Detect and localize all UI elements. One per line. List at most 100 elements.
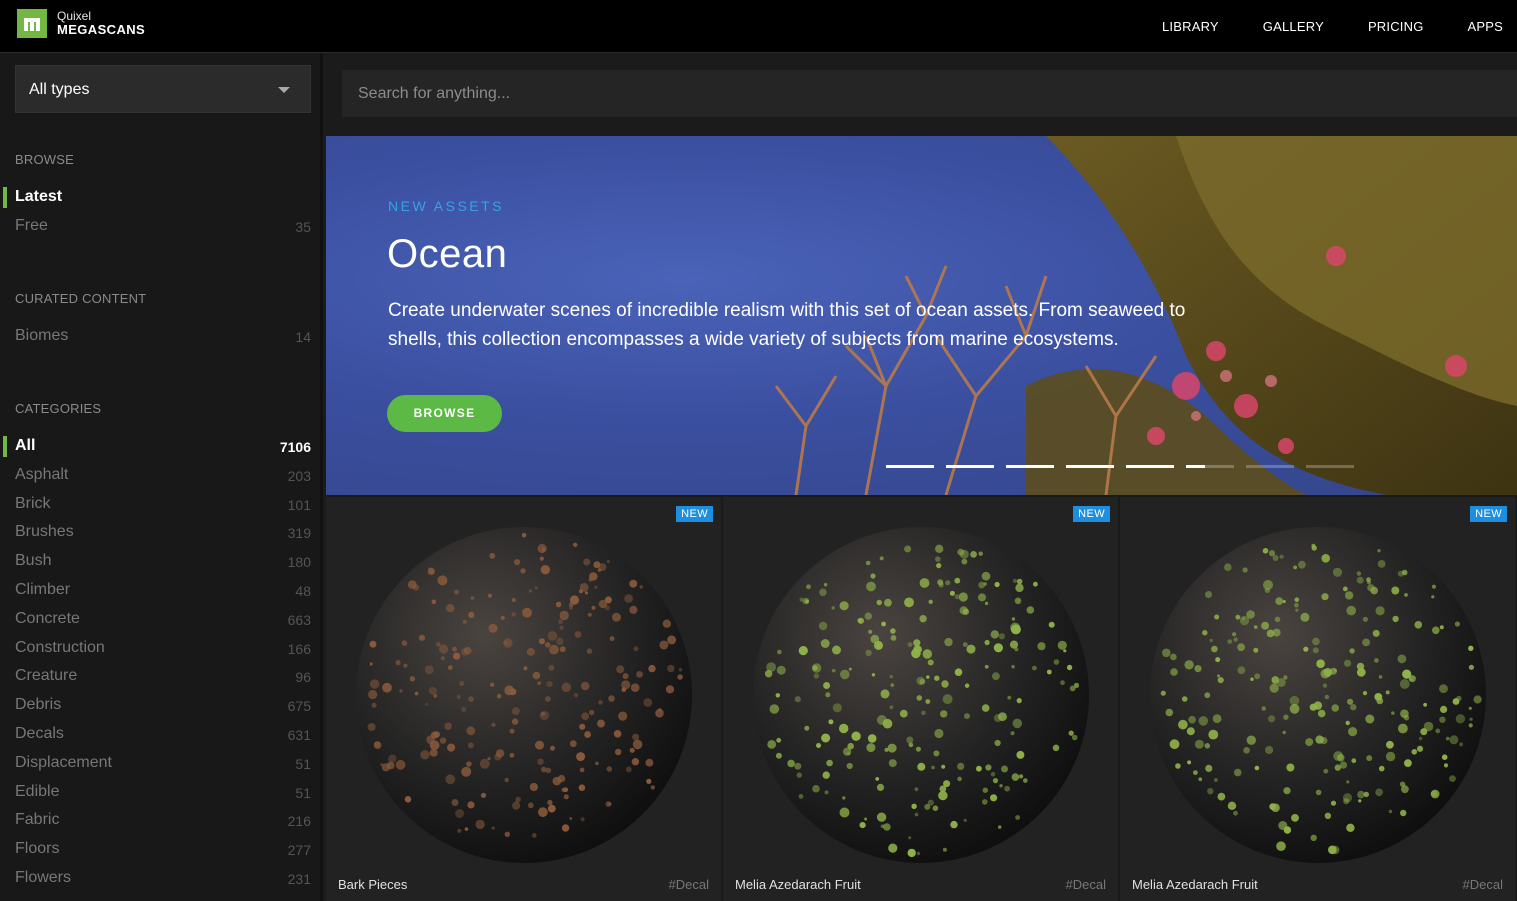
nav-pricing[interactable]: PRICING xyxy=(1368,19,1424,34)
sidebar-item-label: Floors xyxy=(15,840,60,858)
sidebar-item-label: Flowers xyxy=(15,869,72,886)
browse-button[interactable]: BROWSE xyxy=(387,395,502,432)
chevron-down-icon xyxy=(278,87,290,93)
type-select-value: All types xyxy=(29,81,90,98)
sidebar-item-debris[interactable]: Debris 675 xyxy=(0,692,311,720)
hero-eyebrow: NEW ASSETS xyxy=(388,198,505,214)
sidebar-item-label: Displacement xyxy=(15,753,112,771)
sidebar-item-count: 7106 xyxy=(279,439,311,455)
carousel-dot[interactable] xyxy=(1006,465,1054,468)
sidebar-item-bush[interactable]: Bush 180 xyxy=(0,548,311,576)
carousel-dot[interactable] xyxy=(1066,465,1114,468)
type-select[interactable]: All types xyxy=(15,65,311,113)
asset-tag[interactable]: #Decal xyxy=(1463,877,1503,892)
sidebar-item-count: 96 xyxy=(295,669,311,686)
brand-bottom: MEGASCANS xyxy=(57,22,146,37)
sidebar-item-flowers[interactable]: Flowers 231 xyxy=(0,865,311,893)
sidebar-item-label: Concrete xyxy=(15,609,80,627)
sidebar-item-latest[interactable]: Latest xyxy=(0,184,311,212)
sidebar-item-count: 51 xyxy=(295,755,311,772)
sidebar-item-label: Decals xyxy=(15,725,64,742)
sidebar-item-brushes[interactable]: Brushes 319 xyxy=(0,519,311,547)
sidebar-item-label: Bush xyxy=(15,552,52,570)
sidebar-item-free[interactable]: Free 35 xyxy=(0,213,311,241)
sidebar-item-label: Fabric xyxy=(15,811,60,829)
asset-name: Melia Azedarach Fruit xyxy=(1132,877,1258,892)
search-bar xyxy=(326,54,1517,136)
sidebar-item-floors[interactable]: Floors 277 xyxy=(0,836,311,864)
nav-apps[interactable]: APPS xyxy=(1468,19,1503,34)
nav-library[interactable]: LIBRARY xyxy=(1162,19,1219,34)
carousel-dot[interactable] xyxy=(1126,465,1174,468)
asset-tag[interactable]: #Decal xyxy=(669,877,709,892)
new-badge: NEW xyxy=(1073,506,1110,522)
sidebar-item-count: 277 xyxy=(287,842,311,859)
sidebar-item-climber[interactable]: Climber 48 xyxy=(0,577,311,605)
curated-heading: CURATED CONTENT xyxy=(15,291,147,306)
sidebar-item-count: 14 xyxy=(295,329,311,345)
sidebar-item-label: Edible xyxy=(15,782,60,800)
sidebar-item-label: Brick xyxy=(15,494,51,512)
sidebar-item-label: Debris xyxy=(15,696,62,714)
sidebar-item-count: 319 xyxy=(287,525,311,542)
sidebar-item-count: 180 xyxy=(287,554,311,571)
carousel-dot[interactable] xyxy=(946,465,994,468)
sidebar-item-biomes[interactable]: Biomes 14 xyxy=(0,323,311,351)
hero-title: Ocean xyxy=(387,232,508,276)
sidebar-item-label: All xyxy=(15,437,36,454)
sidebar-item-fabric[interactable]: Fabric 216 xyxy=(0,807,311,835)
carousel-dot[interactable] xyxy=(886,465,934,468)
asset-card[interactable]: NEW Bark Pieces #Decal xyxy=(326,495,723,901)
sidebar-item-count: 675 xyxy=(287,698,311,715)
carousel-dot[interactable] xyxy=(1186,465,1234,468)
hero-description: Create underwater scenes of incredible r… xyxy=(388,300,1186,350)
sidebar-item-count: 166 xyxy=(287,640,311,657)
sidebar-item-label: Asphalt xyxy=(15,465,69,483)
sidebar-item-label: Brushes xyxy=(15,523,74,541)
top-bar: Quixel MEGASCANS LIBRARY GALLERY PRICING… xyxy=(0,0,1517,53)
sidebar-item-count: 631 xyxy=(287,727,311,743)
sidebar-item-count: 101 xyxy=(287,496,311,513)
sidebar-item-label: Creature xyxy=(15,667,78,685)
sidebar-item-creature[interactable]: Creature 96 xyxy=(0,663,311,691)
sidebar: All types BROWSE Latest Free 35 CURATED … xyxy=(0,54,323,901)
categories-heading: CATEGORIES xyxy=(15,401,102,416)
asset-tag[interactable]: #Decal xyxy=(1066,877,1106,892)
sidebar-item-concrete[interactable]: Concrete 663 xyxy=(0,606,311,634)
material-sphere-preview xyxy=(356,527,692,863)
sidebar-item-all[interactable]: All 7106 xyxy=(0,433,311,461)
hero-banner: NEW ASSETS Ocean Create underwater scene… xyxy=(326,136,1517,495)
megascans-logo-icon[interactable] xyxy=(17,9,47,38)
sidebar-item-label: Latest xyxy=(15,188,63,205)
new-badge: NEW xyxy=(676,506,713,522)
carousel-indicators xyxy=(886,465,1366,468)
sidebar-item-label: Biomes xyxy=(15,327,69,344)
sidebar-item-decals[interactable]: Decals 631 xyxy=(0,721,311,749)
asset-card[interactable]: NEW Melia Azedarach Fruit #Decal xyxy=(1120,495,1517,901)
brand-wordmark[interactable]: Quixel MEGASCANS xyxy=(57,10,146,37)
sidebar-item-count: 216 xyxy=(287,813,311,830)
carousel-dot[interactable] xyxy=(1306,465,1354,468)
sidebar-item-label: Construction xyxy=(15,638,105,656)
sidebar-item-count: 51 xyxy=(295,784,311,801)
sidebar-item-brick[interactable]: Brick 101 xyxy=(0,491,311,519)
sidebar-item-asphalt[interactable]: Asphalt 203 xyxy=(0,462,311,490)
sidebar-item-count: 35 xyxy=(295,219,311,235)
asset-card[interactable]: NEW Melia Azedarach Fruit #Decal xyxy=(723,495,1120,901)
asset-grid: NEW Bark Pieces #Decal NEW Melia Azedarach F… xyxy=(326,495,1517,901)
asset-name: Melia Azedarach Fruit xyxy=(735,877,861,892)
search-input[interactable] xyxy=(342,70,1517,117)
new-badge: NEW xyxy=(1470,506,1507,522)
sidebar-item-label: Free xyxy=(15,217,48,234)
material-sphere-preview xyxy=(1150,527,1486,863)
sidebar-item-count: 663 xyxy=(287,611,311,628)
sidebar-item-construction[interactable]: Construction 166 xyxy=(0,635,311,663)
top-nav: LIBRARY GALLERY PRICING APPS xyxy=(1118,0,1503,53)
sidebar-item-count: 48 xyxy=(295,583,311,599)
carousel-dot[interactable] xyxy=(1246,465,1294,468)
browse-heading: BROWSE xyxy=(15,152,74,167)
sidebar-item-edible[interactable]: Edible 51 xyxy=(0,779,311,807)
sidebar-item-count: 203 xyxy=(287,467,311,484)
nav-gallery[interactable]: GALLERY xyxy=(1263,19,1324,34)
sidebar-item-displacement[interactable]: Displacement 51 xyxy=(0,750,311,778)
